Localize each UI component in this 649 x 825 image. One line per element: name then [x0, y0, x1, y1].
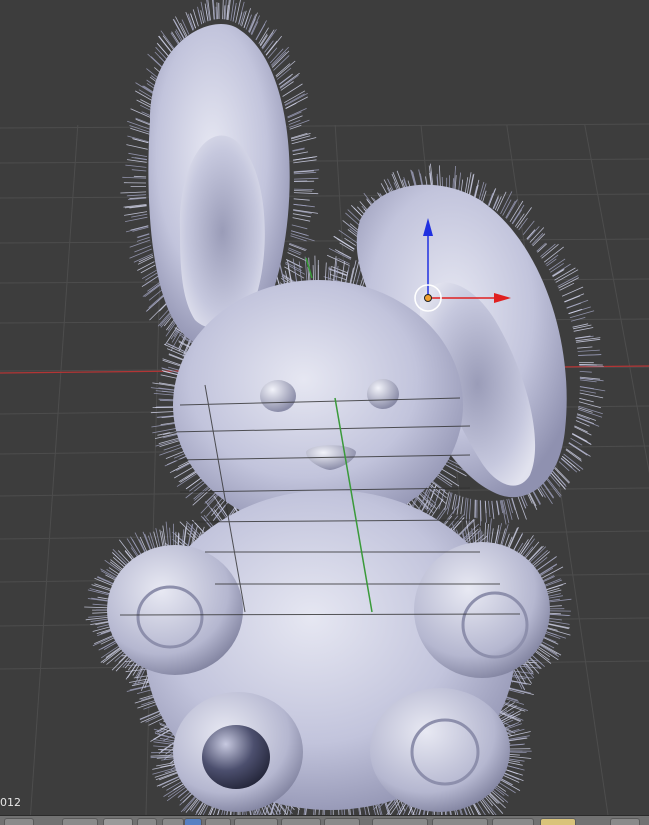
frame-number: 012 [0, 796, 21, 809]
left-eye [260, 380, 296, 412]
mode-select-button[interactable] [137, 818, 157, 825]
object-menu-button[interactable] [103, 818, 133, 825]
bunny-object[interactable] [84, 0, 606, 815]
layers-button[interactable] [234, 818, 278, 825]
snap-toggle-button[interactable] [281, 818, 321, 825]
manipulator-toggle-button[interactable] [205, 818, 231, 825]
shading-select-button[interactable] [162, 818, 184, 825]
viewport-canvas[interactable] [0, 0, 649, 815]
viewport-header[interactable] [0, 815, 649, 825]
select-menu-button[interactable] [62, 818, 98, 825]
view-menu-button[interactable] [4, 818, 34, 825]
right-arm[interactable] [414, 542, 550, 678]
layer-buttons-c[interactable] [492, 818, 534, 825]
left-foot-pad [202, 725, 270, 789]
pivot-select-button[interactable] [184, 818, 202, 825]
proportional-edit-button[interactable] [324, 818, 360, 825]
overflow-button[interactable] [610, 818, 640, 825]
render-preview-button[interactable] [540, 818, 576, 825]
right-foot[interactable] [370, 688, 510, 812]
right-eye [367, 379, 399, 409]
left-arm[interactable] [107, 545, 243, 675]
object-origin [424, 294, 432, 302]
3d-viewport[interactable]: 012 [0, 0, 649, 815]
layer-buttons-a[interactable] [372, 818, 428, 825]
layer-buttons-b[interactable] [432, 818, 488, 825]
